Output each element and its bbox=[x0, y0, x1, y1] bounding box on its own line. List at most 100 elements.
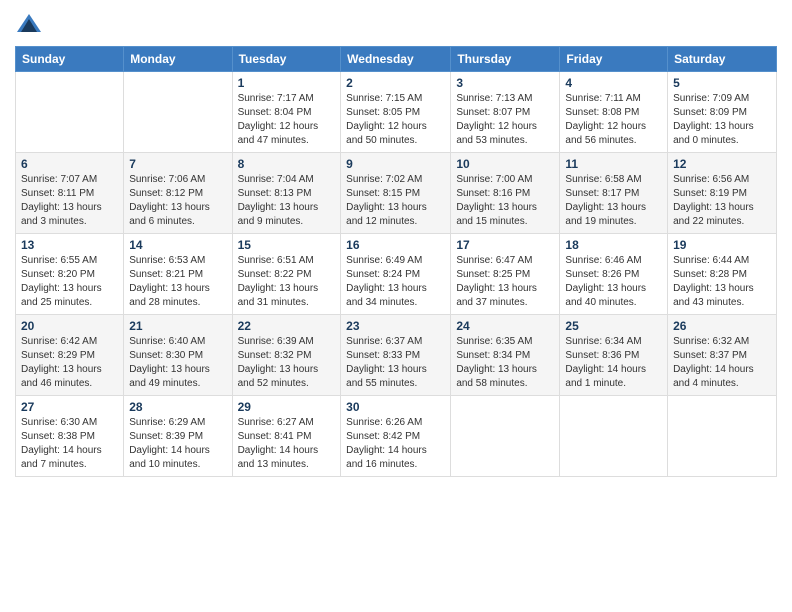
logo-icon bbox=[15, 10, 43, 38]
calendar-cell bbox=[124, 72, 232, 153]
logo bbox=[15, 10, 45, 38]
day-info: Sunrise: 7:17 AM Sunset: 8:04 PM Dayligh… bbox=[238, 92, 336, 148]
calendar-cell: 26Sunrise: 6:32 AM Sunset: 8:37 PM Dayli… bbox=[668, 315, 777, 396]
calendar-cell: 15Sunrise: 6:51 AM Sunset: 8:22 PM Dayli… bbox=[232, 234, 341, 315]
day-number: 24 bbox=[456, 319, 554, 333]
day-info: Sunrise: 6:37 AM Sunset: 8:33 PM Dayligh… bbox=[346, 335, 445, 391]
day-number: 28 bbox=[129, 400, 226, 414]
day-info: Sunrise: 6:40 AM Sunset: 8:30 PM Dayligh… bbox=[129, 335, 226, 391]
header-day-monday: Monday bbox=[124, 47, 232, 72]
calendar-table: SundayMondayTuesdayWednesdayThursdayFrid… bbox=[15, 46, 777, 477]
day-number: 26 bbox=[673, 319, 771, 333]
day-info: Sunrise: 6:56 AM Sunset: 8:19 PM Dayligh… bbox=[673, 173, 771, 229]
day-info: Sunrise: 6:30 AM Sunset: 8:38 PM Dayligh… bbox=[21, 416, 118, 472]
calendar-header: SundayMondayTuesdayWednesdayThursdayFrid… bbox=[16, 47, 777, 72]
calendar-cell: 21 Sunrise: 6:40 AM Sunset: 8:30 PM Dayli… bbox=[124, 315, 232, 396]
day-info: Sunrise: 6:55 AM Sunset: 8:20 PM Dayligh… bbox=[21, 254, 118, 310]
day-number: 25 bbox=[565, 319, 662, 333]
calendar-cell: 29 Sunrise: 6:27 AM Sunset: 8:41 PM Dayli… bbox=[232, 396, 341, 477]
calendar-cell bbox=[560, 396, 668, 477]
calendar-cell: 19Sunrise: 6:44 AM Sunset: 8:28 PM Dayli… bbox=[668, 234, 777, 315]
calendar-body: 1 Sunrise: 7:17 AM Sunset: 8:04 PM Daylig… bbox=[16, 72, 777, 477]
header bbox=[15, 10, 777, 38]
week-row-1: 1 Sunrise: 7:17 AM Sunset: 8:04 PM Daylig… bbox=[16, 72, 777, 153]
day-info: Sunrise: 6:58 AM Sunset: 8:17 PM Dayligh… bbox=[565, 173, 662, 229]
calendar-cell: 30 Sunrise: 6:26 AM Sunset: 8:42 PM Dayli… bbox=[341, 396, 451, 477]
day-info: Sunrise: 7:00 AM Sunset: 8:16 PM Dayligh… bbox=[456, 173, 554, 229]
day-number: 30 bbox=[346, 400, 445, 414]
calendar-cell bbox=[668, 396, 777, 477]
calendar-cell: 28 Sunrise: 6:29 AM Sunset: 8:39 PM Dayli… bbox=[124, 396, 232, 477]
calendar-cell bbox=[451, 396, 560, 477]
week-row-2: 6 Sunrise: 7:07 AM Sunset: 8:11 PM Daylig… bbox=[16, 153, 777, 234]
day-number: 9 bbox=[346, 157, 445, 171]
header-day-thursday: Thursday bbox=[451, 47, 560, 72]
day-number: 13 bbox=[21, 238, 118, 252]
calendar-cell: 6 Sunrise: 7:07 AM Sunset: 8:11 PM Daylig… bbox=[16, 153, 124, 234]
day-info: Sunrise: 7:06 AM Sunset: 8:12 PM Dayligh… bbox=[129, 173, 226, 229]
day-number: 2 bbox=[346, 76, 445, 90]
day-number: 29 bbox=[238, 400, 336, 414]
day-number: 3 bbox=[456, 76, 554, 90]
day-number: 21 bbox=[129, 319, 226, 333]
calendar-cell: 3 Sunrise: 7:13 AM Sunset: 8:07 PM Daylig… bbox=[451, 72, 560, 153]
calendar-cell: 13 Sunrise: 6:55 AM Sunset: 8:20 PM Dayli… bbox=[16, 234, 124, 315]
day-info: Sunrise: 7:11 AM Sunset: 8:08 PM Dayligh… bbox=[565, 92, 662, 148]
day-number: 5 bbox=[673, 76, 771, 90]
day-info: Sunrise: 7:15 AM Sunset: 8:05 PM Dayligh… bbox=[346, 92, 445, 148]
header-day-sunday: Sunday bbox=[16, 47, 124, 72]
day-info: Sunrise: 6:47 AM Sunset: 8:25 PM Dayligh… bbox=[456, 254, 554, 310]
day-number: 12 bbox=[673, 157, 771, 171]
day-info: Sunrise: 6:46 AM Sunset: 8:26 PM Dayligh… bbox=[565, 254, 662, 310]
day-info: Sunrise: 7:09 AM Sunset: 8:09 PM Dayligh… bbox=[673, 92, 771, 148]
calendar-cell: 2 Sunrise: 7:15 AM Sunset: 8:05 PM Daylig… bbox=[341, 72, 451, 153]
day-info: Sunrise: 6:35 AM Sunset: 8:34 PM Dayligh… bbox=[456, 335, 554, 391]
header-row: SundayMondayTuesdayWednesdayThursdayFrid… bbox=[16, 47, 777, 72]
calendar-cell: 20 Sunrise: 6:42 AM Sunset: 8:29 PM Dayli… bbox=[16, 315, 124, 396]
day-info: Sunrise: 6:49 AM Sunset: 8:24 PM Dayligh… bbox=[346, 254, 445, 310]
day-info: Sunrise: 7:13 AM Sunset: 8:07 PM Dayligh… bbox=[456, 92, 554, 148]
day-number: 16 bbox=[346, 238, 445, 252]
day-number: 19 bbox=[673, 238, 771, 252]
header-day-tuesday: Tuesday bbox=[232, 47, 341, 72]
day-info: Sunrise: 6:53 AM Sunset: 8:21 PM Dayligh… bbox=[129, 254, 226, 310]
day-info: Sunrise: 7:07 AM Sunset: 8:11 PM Dayligh… bbox=[21, 173, 118, 229]
day-number: 27 bbox=[21, 400, 118, 414]
header-day-wednesday: Wednesday bbox=[341, 47, 451, 72]
day-number: 10 bbox=[456, 157, 554, 171]
header-day-friday: Friday bbox=[560, 47, 668, 72]
calendar-cell: 24 Sunrise: 6:35 AM Sunset: 8:34 PM Dayli… bbox=[451, 315, 560, 396]
calendar-cell: 4 Sunrise: 7:11 AM Sunset: 8:08 PM Daylig… bbox=[560, 72, 668, 153]
day-info: Sunrise: 6:26 AM Sunset: 8:42 PM Dayligh… bbox=[346, 416, 445, 472]
day-number: 22 bbox=[238, 319, 336, 333]
day-number: 1 bbox=[238, 76, 336, 90]
day-info: Sunrise: 6:27 AM Sunset: 8:41 PM Dayligh… bbox=[238, 416, 336, 472]
day-info: Sunrise: 6:39 AM Sunset: 8:32 PM Dayligh… bbox=[238, 335, 336, 391]
day-info: Sunrise: 6:42 AM Sunset: 8:29 PM Dayligh… bbox=[21, 335, 118, 391]
day-number: 15 bbox=[238, 238, 336, 252]
day-number: 4 bbox=[565, 76, 662, 90]
day-number: 7 bbox=[129, 157, 226, 171]
day-number: 6 bbox=[21, 157, 118, 171]
calendar-cell: 5 Sunrise: 7:09 AM Sunset: 8:09 PM Daylig… bbox=[668, 72, 777, 153]
calendar-cell: 14 Sunrise: 6:53 AM Sunset: 8:21 PM Dayli… bbox=[124, 234, 232, 315]
day-info: Sunrise: 7:02 AM Sunset: 8:15 PM Dayligh… bbox=[346, 173, 445, 229]
day-info: Sunrise: 6:34 AM Sunset: 8:36 PM Dayligh… bbox=[565, 335, 662, 391]
calendar-cell: 18Sunrise: 6:46 AM Sunset: 8:26 PM Dayli… bbox=[560, 234, 668, 315]
calendar-cell: 8Sunrise: 7:04 AM Sunset: 8:13 PM Daylig… bbox=[232, 153, 341, 234]
week-row-5: 27 Sunrise: 6:30 AM Sunset: 8:38 PM Dayli… bbox=[16, 396, 777, 477]
calendar-cell: 1 Sunrise: 7:17 AM Sunset: 8:04 PM Daylig… bbox=[232, 72, 341, 153]
day-number: 20 bbox=[21, 319, 118, 333]
calendar-cell: 16 Sunrise: 6:49 AM Sunset: 8:24 PM Dayli… bbox=[341, 234, 451, 315]
day-number: 17 bbox=[456, 238, 554, 252]
day-number: 14 bbox=[129, 238, 226, 252]
header-day-saturday: Saturday bbox=[668, 47, 777, 72]
calendar-cell: 23Sunrise: 6:37 AM Sunset: 8:33 PM Dayli… bbox=[341, 315, 451, 396]
week-row-4: 20 Sunrise: 6:42 AM Sunset: 8:29 PM Dayli… bbox=[16, 315, 777, 396]
calendar-cell: 7 Sunrise: 7:06 AM Sunset: 8:12 PM Daylig… bbox=[124, 153, 232, 234]
calendar-cell: 17 Sunrise: 6:47 AM Sunset: 8:25 PM Dayli… bbox=[451, 234, 560, 315]
page: SundayMondayTuesdayWednesdayThursdayFrid… bbox=[0, 0, 792, 612]
week-row-3: 13 Sunrise: 6:55 AM Sunset: 8:20 PM Dayli… bbox=[16, 234, 777, 315]
day-number: 11 bbox=[565, 157, 662, 171]
day-info: Sunrise: 6:29 AM Sunset: 8:39 PM Dayligh… bbox=[129, 416, 226, 472]
